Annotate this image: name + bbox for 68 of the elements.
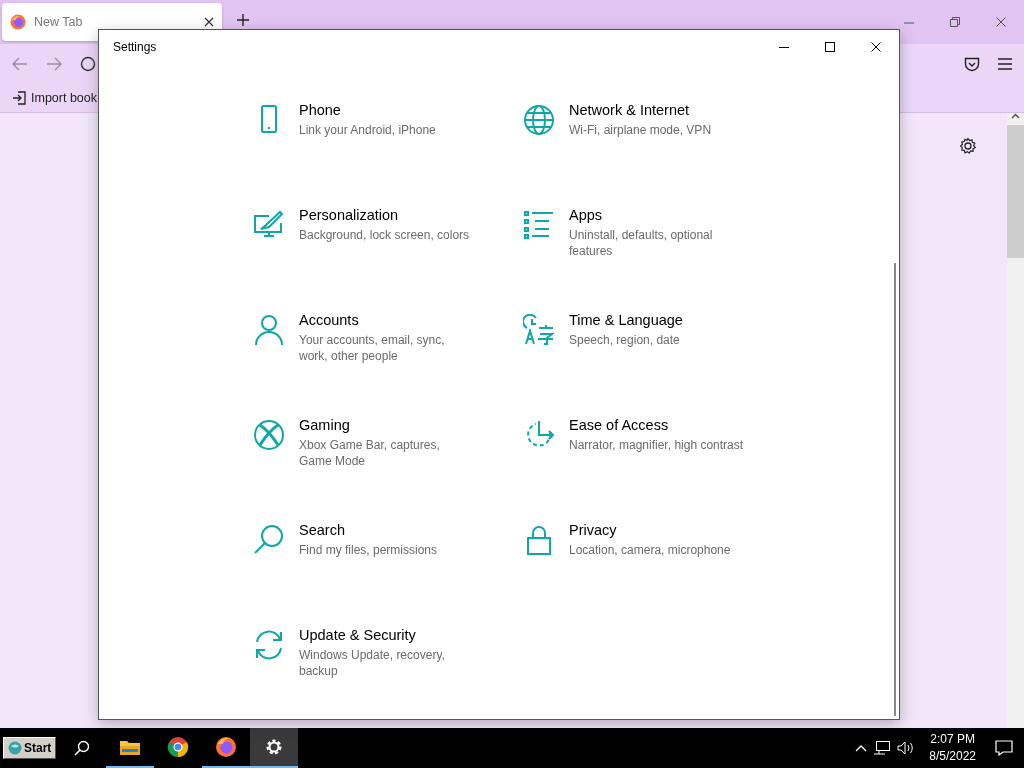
category-description: Xbox Game Bar, captures, Game Mode bbox=[299, 437, 441, 469]
category-description: Find my files, permissions bbox=[299, 542, 438, 558]
settings-category[interactable]: Search Find my files, permissions bbox=[253, 522, 523, 627]
pocket-icon[interactable] bbox=[964, 56, 980, 72]
menu-icon[interactable] bbox=[998, 58, 1012, 70]
category-description: Uninstall, defaults, optional features bbox=[569, 227, 714, 259]
category-description: Location, camera, microphone bbox=[569, 542, 731, 558]
person-icon bbox=[253, 314, 285, 346]
clock-time[interactable]: 2:07 PM bbox=[930, 731, 975, 748]
category-description: Wi-Fi, airplane mode, VPN bbox=[569, 122, 712, 138]
plus-icon[interactable] bbox=[236, 13, 250, 27]
xbox-icon bbox=[253, 419, 285, 451]
settings-category[interactable]: Personalization Background, lock screen, colors bbox=[253, 207, 523, 312]
close-icon[interactable] bbox=[204, 17, 214, 27]
sync-arrows-icon bbox=[253, 629, 285, 661]
category-description: Background, lock screen, colors bbox=[299, 227, 470, 243]
volume-icon[interactable] bbox=[897, 740, 916, 756]
category-title: Update & Security bbox=[299, 627, 417, 643]
category-title: Search bbox=[299, 522, 346, 538]
chevron-up-icon[interactable] bbox=[855, 744, 868, 752]
category-description: Narrator, magnifier, high contrast bbox=[569, 437, 744, 453]
network-icon[interactable] bbox=[873, 740, 892, 756]
settings-category[interactable]: Accounts Your accounts, email, sync, work, other people bbox=[253, 312, 523, 417]
search-icon[interactable] bbox=[74, 740, 91, 756]
window-title: Settings bbox=[113, 40, 158, 54]
category-title: Gaming bbox=[299, 417, 351, 433]
category-title: Network & Internet bbox=[569, 102, 691, 118]
firefox-icon[interactable] bbox=[215, 736, 238, 758]
maximize-icon[interactable] bbox=[825, 42, 835, 52]
settings-category[interactable]: Privacy Location, camera, microphone bbox=[523, 522, 793, 627]
close-icon[interactable] bbox=[871, 42, 881, 52]
list-icon bbox=[523, 209, 555, 241]
settings-category[interactable]: Update & Security Windows Update, recovery, backup bbox=[253, 627, 523, 732]
category-title: Time & Language bbox=[569, 312, 683, 328]
start-button[interactable]: Start bbox=[3, 737, 57, 759]
category-title: Privacy bbox=[569, 522, 618, 538]
chrome-icon[interactable] bbox=[167, 736, 190, 758]
category-description: Speech, region, date bbox=[569, 332, 681, 348]
settings-category[interactable]: Time & Language Speech, region, date bbox=[523, 312, 793, 417]
scrollbar-thumb[interactable] bbox=[894, 263, 896, 716]
category-title: Accounts bbox=[299, 312, 360, 328]
settings-category[interactable]: Ease of Access Narrator, magnifier, high contrast bbox=[523, 417, 793, 522]
category-title: Apps bbox=[569, 207, 604, 223]
taskbar-button[interactable] bbox=[250, 728, 299, 768]
import-icon[interactable] bbox=[12, 91, 26, 105]
settings-category[interactable]: Phone Link your Android, iPhone bbox=[253, 102, 523, 207]
clock-date[interactable]: 8/5/2022 bbox=[929, 748, 976, 765]
category-description: Your accounts, email, sync, work, other people bbox=[299, 332, 446, 364]
scrollbar-thumb[interactable] bbox=[1007, 125, 1024, 258]
firefox-icon bbox=[10, 14, 26, 30]
bookmark-link[interactable]: Import book bbox=[31, 91, 97, 105]
folder-icon[interactable] bbox=[119, 738, 142, 756]
scroll-up-icon[interactable] bbox=[1011, 113, 1020, 119]
category-title: Ease of Access bbox=[569, 417, 670, 433]
restore-icon[interactable] bbox=[950, 17, 960, 27]
category-description: Link your Android, iPhone bbox=[299, 122, 436, 138]
windows-orb-icon bbox=[8, 741, 22, 755]
category-title: Personalization bbox=[299, 207, 400, 223]
category-description: Windows Update, recovery, backup bbox=[299, 647, 446, 679]
settings-category[interactable]: Apps Uninstall, defaults, optional features bbox=[523, 207, 793, 312]
settings-category[interactable]: Network & Internet Wi-Fi, airplane mode, VPN bbox=[523, 102, 793, 207]
globe-icon bbox=[523, 104, 555, 136]
category-title: Phone bbox=[299, 102, 342, 118]
settings-category[interactable]: Gaming Xbox Game Bar, captures, Game Mode bbox=[253, 417, 523, 522]
search-icon bbox=[253, 524, 285, 556]
notification-icon[interactable] bbox=[995, 740, 1013, 756]
clock-language-icon bbox=[523, 314, 555, 346]
settings-icon[interactable] bbox=[959, 137, 977, 155]
